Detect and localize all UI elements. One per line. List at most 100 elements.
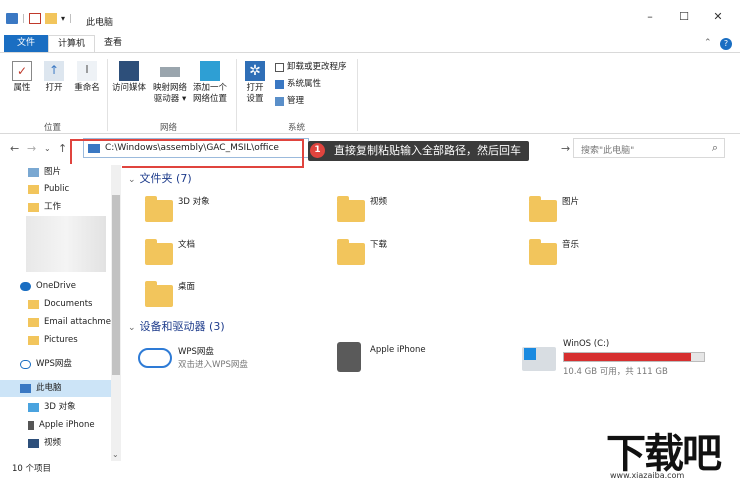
pictures-icon <box>28 168 39 177</box>
computer-icon <box>6 13 18 24</box>
video-icon <box>28 439 39 448</box>
properties-button[interactable]: ✓ 属性 <box>8 61 36 94</box>
folder-tile-pictures[interactable]: 图片 <box>529 194 679 232</box>
properties-icon[interactable] <box>29 13 42 24</box>
step-number-badge: 1 <box>310 143 325 158</box>
tab-file[interactable]: 文件 <box>4 35 49 52</box>
cloud-icon <box>20 360 31 369</box>
back-icon[interactable]: ← <box>10 142 19 155</box>
folder-tile-3d[interactable]: 3D 对象 <box>145 194 295 232</box>
folder-icon <box>28 318 39 327</box>
check-doc-icon: ✓ <box>12 61 32 81</box>
group-network-label: 网络 <box>160 123 178 133</box>
sidebar-item-wps[interactable]: WPS网盘 <box>0 356 112 373</box>
system-properties-icon <box>275 80 284 89</box>
devices-header[interactable]: ⌄ 设备和驱动器 (3) <box>128 318 225 334</box>
wps-drive-tile[interactable]: WPS网盘 双击进入WPS网盘 <box>138 342 308 376</box>
drive-usage-bar <box>563 352 705 362</box>
network-location-icon <box>200 61 220 81</box>
sidebar-item-pictures[interactable]: 图片 <box>0 164 112 181</box>
folder-icon <box>28 203 39 212</box>
folder-icon <box>28 336 39 345</box>
forward-icon[interactable]: → <box>27 142 36 155</box>
drive-c-tile[interactable]: WinOS (C:) 10.4 GB 可用，共 111 GB <box>522 337 712 377</box>
new-folder-icon[interactable] <box>45 13 58 24</box>
go-arrow-icon[interactable]: → <box>561 142 570 155</box>
help-icon[interactable]: ? <box>720 38 732 50</box>
qat-dropdown-icon[interactable]: ▾ <box>61 14 65 23</box>
navigation-pane: 图片 Public 工作 OneDrive Documents Email at… <box>0 164 122 461</box>
search-icon[interactable]: ⌕ <box>712 141 718 155</box>
quick-access-toolbar: | ▾ | <box>6 13 72 24</box>
sidebar-item-pictures-od[interactable]: Pictures <box>0 332 112 349</box>
folder-tile-desktop[interactable]: 桌面 <box>145 279 295 317</box>
chevron-down-icon: ⌄ <box>128 323 136 333</box>
maximize-button[interactable]: ☐ <box>677 10 691 24</box>
blurred-region <box>26 216 106 272</box>
ribbon: ✓ 属性 ↑ 打开 I 重命名 位置 访问媒体 映射网络 驱动器 ▾ 添加一个 网络… <box>0 52 740 134</box>
videos-folder-icon <box>337 196 365 222</box>
sidebar-item-iphone[interactable]: Apple iPhone <box>0 417 112 434</box>
folder-icon <box>28 185 39 194</box>
up-icon[interactable]: ↑ <box>58 142 67 155</box>
desktop-folder-icon <box>145 281 173 307</box>
sidebar-item-public[interactable]: Public <box>0 181 112 198</box>
chevron-down-icon: ⌄ <box>128 175 136 185</box>
sidebar-item-documents[interactable]: Documents <box>0 296 112 313</box>
folders-header[interactable]: ⌄ 文件夹 (7) <box>128 170 192 186</box>
instruction-tooltip: 直接复制粘贴输入全部路径，然后回车 <box>308 141 529 161</box>
recent-dropdown-icon[interactable]: ⌄ <box>44 144 51 153</box>
access-media-button[interactable]: 访问媒体 <box>110 61 148 94</box>
downloads-folder-icon <box>337 239 365 265</box>
cloud-icon <box>138 348 172 368</box>
sidebar-item-onedrive[interactable]: OneDrive <box>0 278 112 295</box>
scroll-down-icon[interactable]: ⌄ <box>112 450 119 459</box>
sidebar-item-this-pc[interactable]: 此电脑 <box>0 380 112 397</box>
search-input[interactable]: 搜索"此电脑" ⌕ <box>573 138 725 158</box>
computer-icon <box>20 384 31 393</box>
media-icon <box>119 61 139 81</box>
drive-usage-fill <box>564 353 691 361</box>
open-settings-button[interactable]: ✲ 打开 设置 <box>242 61 268 105</box>
system-properties-button[interactable]: 系统属性 <box>275 79 321 90</box>
group-location-label: 位置 <box>44 123 62 133</box>
pictures-folder-icon <box>529 196 557 222</box>
gear-icon: ✲ <box>245 61 265 81</box>
sidebar-item-3d[interactable]: 3D 对象 <box>0 399 112 416</box>
open-button[interactable]: ↑ 打开 <box>40 61 68 94</box>
documents-folder-icon <box>145 239 173 265</box>
sidebar-item-work[interactable]: 工作 <box>0 199 112 216</box>
collapse-ribbon-icon[interactable]: ⌃ <box>704 38 712 48</box>
close-button[interactable]: ✕ <box>711 10 725 24</box>
tab-view[interactable]: 查看 <box>95 35 131 52</box>
folder-tile-videos[interactable]: 视频 <box>337 194 487 232</box>
sidebar-item-email[interactable]: Email attachme <box>0 314 112 331</box>
3d-objects-icon <box>28 403 39 412</box>
folder-icon <box>28 300 39 309</box>
music-folder-icon <box>529 239 557 265</box>
manage-icon <box>275 97 284 106</box>
tab-computer[interactable]: 计算机 <box>48 35 96 52</box>
3d-objects-folder-icon <box>145 196 173 222</box>
folder-tile-downloads[interactable]: 下载 <box>337 237 487 275</box>
phone-icon <box>28 421 34 430</box>
rename-button[interactable]: I 重命名 <box>72 61 102 94</box>
sidebar-item-videos[interactable]: 视频 <box>0 435 112 452</box>
cloud-icon <box>20 282 31 291</box>
sidebar-scrollbar-thumb[interactable] <box>112 195 120 375</box>
group-system-label: 系统 <box>288 123 306 133</box>
ribbon-tabs: 文件 计算机 查看 <box>0 34 740 52</box>
manage-button[interactable]: 管理 <box>275 96 304 107</box>
folder-tile-music[interactable]: 音乐 <box>529 237 679 275</box>
rename-icon: I <box>77 61 97 81</box>
phone-icon <box>337 342 361 372</box>
watermark-logo: 下载吧 www.xiazaiba.com <box>602 425 740 482</box>
map-drive-button[interactable]: 映射网络 驱动器 ▾ <box>150 61 190 105</box>
minimize-button[interactable]: – <box>643 10 657 24</box>
iphone-tile[interactable]: Apple iPhone <box>335 340 505 374</box>
open-icon: ↑ <box>44 61 64 81</box>
add-network-location-button[interactable]: 添加一个 网络位置 <box>190 61 230 105</box>
uninstall-icon <box>275 63 284 72</box>
uninstall-button[interactable]: 卸载或更改程序 <box>275 62 347 73</box>
folder-tile-documents[interactable]: 文档 <box>145 237 295 275</box>
